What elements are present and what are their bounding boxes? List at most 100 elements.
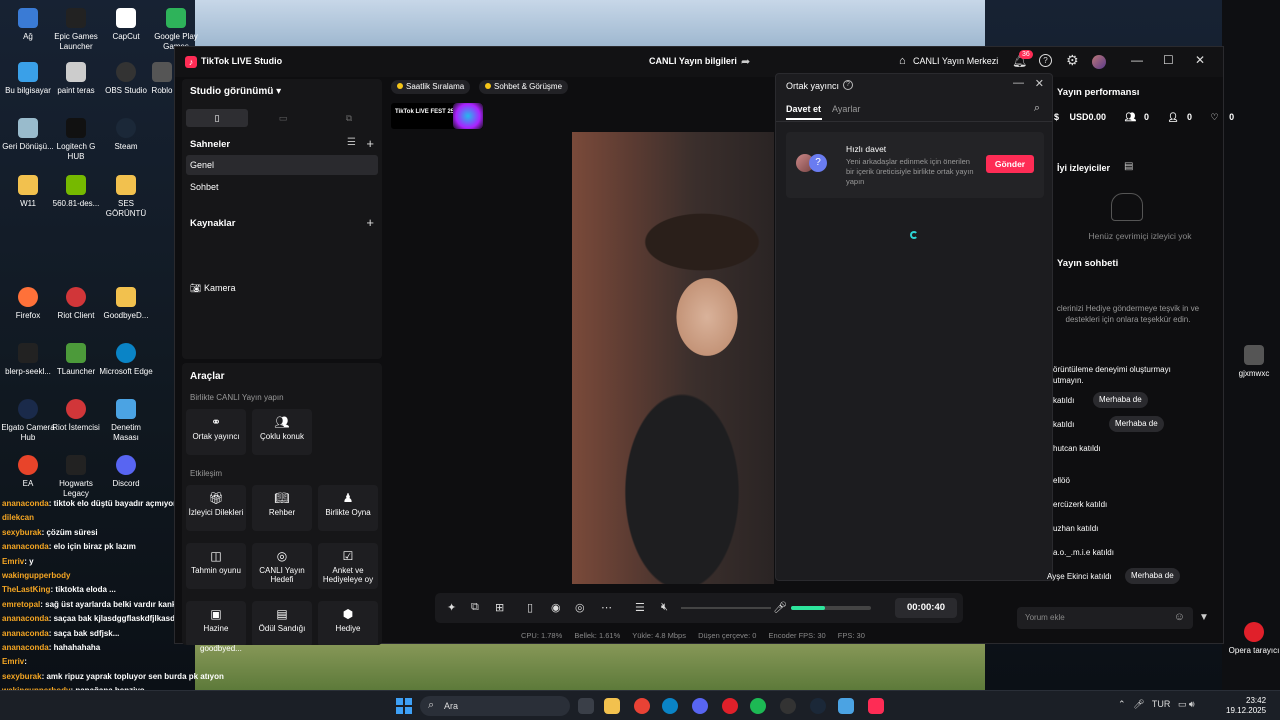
phone-icon[interactable]: ▯ (527, 601, 533, 614)
likes-stat: ♡ 0 (1211, 112, 1243, 122)
studio-view-dropdown[interactable]: Studio görünümü ▾ (190, 86, 281, 97)
emoji-icon[interactable]: ☺ (1174, 611, 1185, 623)
network-icon[interactable]: ▭ (1178, 699, 1187, 709)
desktop-icon-ses[interactable]: SES GÖRÜNTÜ (98, 175, 154, 219)
tool-reward-chest[interactable]: ▤ Ödül Sandığı (252, 601, 312, 645)
comment-input[interactable]: Yorum ekle ☺ (1017, 607, 1193, 629)
discord-icon[interactable] (692, 698, 708, 714)
microphone-icon[interactable]: 🎤︎ (1133, 699, 1144, 709)
desktop-icon-capcut[interactable]: CapCut (98, 8, 154, 42)
say-hello-button[interactable]: Merhaba de (1109, 416, 1164, 432)
windows-start-icon[interactable] (396, 698, 412, 714)
desktop-icon-goodbye[interactable]: GoodbyeD... (98, 287, 154, 321)
desktop-icon-opera[interactable]: Opera tarayıcı (1226, 622, 1280, 656)
desktop-icon-hogwarts[interactable]: Hogwarts Legacy (48, 455, 104, 499)
camera-toggle-icon[interactable]: ◎ (575, 601, 585, 614)
live-center-button[interactable]: CANLI Yayın Merkezi (913, 56, 998, 66)
tool-label: Rehber (268, 508, 296, 517)
help-icon[interactable]: ? (843, 80, 853, 90)
tool-prediction[interactable]: ◫ Tahmin oyunu (186, 543, 246, 589)
maximize-icon[interactable]: ☐ (1163, 53, 1174, 67)
tool-live-goal[interactable]: ◎ CANLI Yayın Hedefi (252, 543, 312, 589)
tool-viewer-wishes[interactable]: 🎁︎ İzleyici Dilekleri (186, 485, 246, 531)
dual-canvas-icon[interactable]: ⧉ (318, 109, 380, 127)
opera-icon[interactable] (722, 698, 738, 714)
tool-multi-guest[interactable]: 👥︎ Çoklu konuk (252, 409, 312, 455)
avatar[interactable] (1092, 55, 1106, 69)
desktop-icon-tlauncher[interactable]: TLauncher (48, 343, 104, 377)
send-button[interactable]: Gönder (986, 155, 1034, 173)
edge-icon[interactable] (662, 698, 678, 714)
chat-meet-badge[interactable]: Sohbet & Görüşme (479, 80, 569, 94)
search-icon[interactable]: ⌕ (1034, 102, 1040, 115)
clock[interactable]: 23:42 19.12.2025 (1226, 696, 1266, 716)
tool-poll[interactable]: ☑ Anket ve Hediyeleye oy (318, 543, 378, 589)
desktop-icon-nvidia[interactable]: 560.81-des... (48, 175, 104, 209)
desktop-icon-paint[interactable]: paint teras (48, 62, 104, 96)
notepad-icon[interactable] (838, 698, 854, 714)
obs-icon[interactable] (780, 698, 796, 714)
desktop-icon-roblox[interactable]: Roblo (148, 62, 176, 96)
spotify-icon[interactable] (750, 698, 766, 714)
tool-gift[interactable]: ⬢ Hediye (318, 601, 378, 645)
add-scene-icon[interactable]: + (366, 136, 374, 151)
tab-invite[interactable]: Davet et (786, 104, 821, 114)
live-info-button[interactable]: CANLI Yayın bilgileri (649, 56, 737, 66)
filter-icon[interactable]: ▼ (1199, 612, 1209, 623)
desktop-icon-logitech[interactable]: Logitech G HUB (48, 118, 104, 162)
desktop-icon-edge[interactable]: Microsoft Edge (98, 343, 154, 377)
minimize-icon[interactable]: — (1013, 77, 1024, 89)
scene-item-genel[interactable]: Genel (186, 155, 378, 175)
list-icon[interactable]: ▤ (1124, 161, 1133, 172)
source-item-camera[interactable]: 📷︎ Kamera (190, 283, 235, 294)
hourly-ranking-badge[interactable]: Saatlik Sıralama (391, 80, 471, 94)
tool-cohost[interactable]: ⚭ Ortak yayıncı (186, 409, 246, 455)
desktop-icon-riot-istemcisi[interactable]: Riot İstemcisi (48, 399, 104, 433)
desktop-icon-gjxmwxc[interactable]: gjxmwxc (1226, 345, 1280, 379)
tool-treasure[interactable]: ▣ Hazine (186, 601, 246, 645)
share-icon[interactable]: ➦ (741, 55, 750, 68)
portrait-icon[interactable]: ▯ (186, 109, 248, 127)
help-icon[interactable]: ? (1039, 54, 1052, 67)
live-fest-banner[interactable]: TikTok LIVE FEST 25 (391, 103, 483, 129)
taskbar-search[interactable]: ⌕ Ara (420, 696, 570, 716)
more-icon[interactable]: ⋯ (601, 601, 612, 614)
gear-icon[interactable]: ⚙ (1066, 52, 1079, 69)
minimize-icon[interactable]: — (1131, 53, 1143, 67)
desktop-icon-control-panel[interactable]: Denetim Masası (98, 399, 154, 443)
steam-icon[interactable] (810, 698, 826, 714)
chevron-up-icon[interactable]: ⌃ (1118, 699, 1126, 709)
volume-slider[interactable] (681, 607, 771, 609)
desktop-icon-steam[interactable]: Steam (98, 118, 154, 152)
desktop-icon-discord[interactable]: Discord (98, 455, 154, 489)
say-hello-button[interactable]: Merhaba de (1093, 392, 1148, 408)
tool-guide[interactable]: 📖︎ Rehber (252, 485, 312, 531)
language-indicator[interactable]: TUR (1152, 699, 1171, 709)
tool-play-together[interactable]: ♟ Birlikte Oyna (318, 485, 378, 531)
speaker-muted-icon[interactable]: 🔇︎ (661, 601, 668, 614)
desktop-icon-obs[interactable]: OBS Studio (98, 62, 154, 96)
list-icon[interactable]: ☰ (347, 137, 356, 148)
close-icon[interactable]: ✕ (1035, 77, 1044, 90)
desktop-icon-riot-client[interactable]: Riot Client (48, 287, 104, 321)
landscape-icon[interactable]: ▭ (252, 109, 314, 127)
sliders-icon[interactable]: ☰ (635, 601, 645, 614)
say-hello-button[interactable]: Merhaba de (1125, 568, 1180, 584)
close-icon[interactable]: ✕ (1195, 53, 1205, 67)
tab-settings[interactable]: Ayarlar (832, 104, 860, 114)
desktop-icon-epic[interactable]: Epic Games Launcher (48, 8, 104, 52)
tiktok-icon[interactable] (868, 698, 884, 714)
scene-item-sohbet[interactable]: Sohbet (186, 177, 378, 197)
reward-icon: ▤ (276, 607, 288, 621)
chrome-icon[interactable] (634, 698, 650, 714)
volume-icon[interactable]: 🔊︎ (1189, 699, 1195, 709)
microphone-icon[interactable]: 🎤︎ (773, 601, 787, 614)
file-explorer-icon[interactable] (604, 698, 620, 714)
screen-capture-icon[interactable]: ⧉ (471, 601, 479, 614)
task-view-icon[interactable] (578, 698, 594, 714)
record-icon[interactable]: ◉ (551, 601, 561, 614)
add-source-icon[interactable]: + (366, 215, 374, 230)
add-source-icon[interactable]: ⊞ (495, 601, 504, 614)
home-icon[interactable]: ⌂ (899, 55, 906, 67)
magic-wand-icon[interactable]: ✦ (447, 601, 456, 614)
